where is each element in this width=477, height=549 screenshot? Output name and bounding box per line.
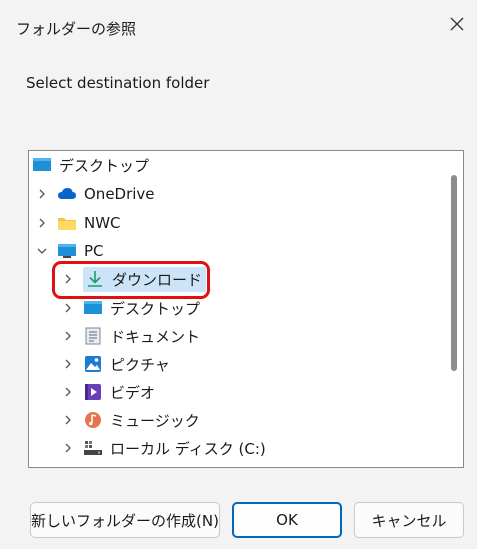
ok-button[interactable]: OK (232, 502, 342, 538)
chevron-right-icon[interactable] (61, 357, 75, 371)
chevron-right-icon[interactable] (61, 272, 75, 286)
tree-item-desktop[interactable]: デスクトップ (61, 296, 200, 320)
tree-item-label: ミュージック (110, 411, 200, 430)
cancel-button[interactable]: キャンセル (354, 502, 464, 538)
tree-item-downloads[interactable]: ダウンロード (61, 266, 207, 292)
pc-icon (57, 242, 77, 260)
tree-item-label: ダウンロード (112, 270, 203, 289)
download-icon (85, 270, 105, 288)
desktop-icon (83, 299, 103, 317)
tree-item-label: ローカル ディスク (C:) (110, 439, 266, 458)
folder-icon (57, 214, 77, 232)
dialog-prompt: Select destination folder (26, 74, 210, 92)
tree-item-pictures[interactable]: ピクチャ (61, 352, 170, 376)
chevron-right-icon[interactable] (35, 216, 49, 230)
tree-item-label: NWC (84, 214, 121, 232)
tree-item-label: ピクチャ (110, 355, 170, 374)
cloud-icon (57, 185, 77, 203)
tree-item-label: ドキュメント (110, 327, 201, 346)
drive-icon (83, 439, 103, 457)
tree-item-label: OneDrive (84, 185, 155, 203)
chevron-right-icon[interactable] (61, 385, 75, 399)
folder-tree[interactable]: デスクトップ OneDrive NWC PC ダウンロード デスクトップ ドキュ… (28, 150, 464, 468)
tree-item-documents[interactable]: ドキュメント (61, 324, 200, 348)
tree-item-desktop-root[interactable]: デスクトップ (32, 153, 149, 177)
video-icon (83, 383, 103, 401)
tree-item-local-disk[interactable]: ローカル ディスク (C:) (61, 436, 266, 460)
tree-item-label: デスクトップ (59, 156, 150, 175)
dialog-title: フォルダーの参照 (16, 20, 137, 38)
tree-item-music[interactable]: ミュージック (61, 408, 200, 432)
tree-item-label: デスクトップ (110, 299, 201, 318)
close-button[interactable] (443, 10, 471, 38)
tree-item-nwc[interactable]: NWC (35, 211, 121, 235)
chevron-right-icon[interactable] (61, 413, 75, 427)
music-icon (83, 411, 103, 429)
chevron-right-icon[interactable] (61, 441, 75, 455)
tree-item-onedrive[interactable]: OneDrive (35, 182, 155, 206)
browse-folder-dialog: フォルダーの参照 Select destination folder デスクトッ… (0, 0, 477, 549)
tree-item-label: PC (84, 242, 104, 260)
selection-highlight: ダウンロード (83, 266, 207, 292)
chevron-right-icon[interactable] (61, 329, 75, 343)
vertical-scrollbar[interactable] (451, 175, 457, 371)
pictures-icon (83, 355, 103, 373)
chevron-down-icon[interactable] (35, 244, 49, 258)
desktop-icon (32, 156, 52, 174)
tree-item-pc[interactable]: PC (35, 239, 104, 263)
tree-item-videos[interactable]: ビデオ (61, 380, 155, 404)
close-icon (450, 17, 464, 31)
new-folder-button[interactable]: 新しいフォルダーの作成(N) (30, 502, 220, 538)
chevron-right-icon[interactable] (35, 187, 49, 201)
document-icon (83, 327, 103, 345)
chevron-right-icon[interactable] (61, 301, 75, 315)
tree-item-label: ビデオ (110, 383, 156, 402)
